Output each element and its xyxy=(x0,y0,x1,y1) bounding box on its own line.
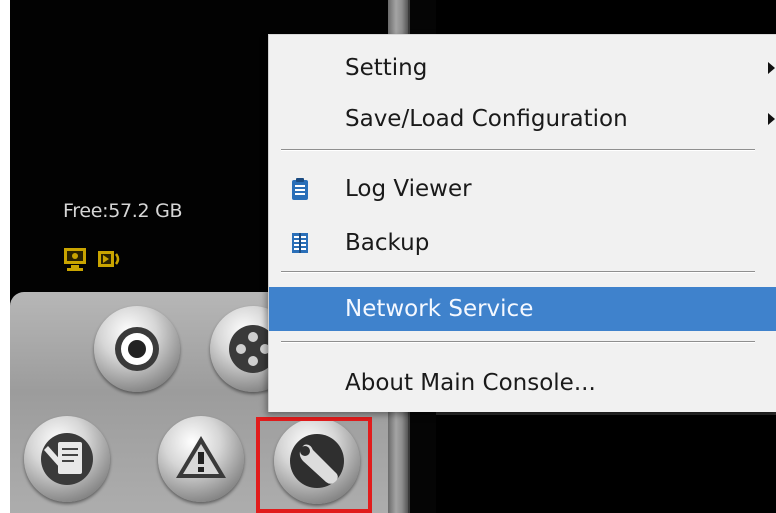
menu-item-label: Backup xyxy=(345,230,430,256)
main-console-screen: Free:57.2 GB Setting Save/Load Configura… xyxy=(0,0,776,513)
playback-icon[interactable] xyxy=(96,246,122,272)
tools-button-highlight xyxy=(256,417,372,513)
submenu-arrow-icon xyxy=(768,113,775,125)
menu-item-label: About Main Console... xyxy=(345,370,596,396)
menu-item-label: Log Viewer xyxy=(345,176,472,202)
clipboard-icon xyxy=(292,178,308,200)
menu-item-network-service[interactable]: Network Service xyxy=(269,287,776,331)
menu-item-log-viewer[interactable]: Log Viewer xyxy=(269,167,776,211)
menu-item-save-load-configuration[interactable]: Save/Load Configuration xyxy=(269,97,776,141)
notes-icon xyxy=(41,433,93,485)
alarm-button[interactable] xyxy=(158,416,244,502)
free-space-label: Free:57.2 GB xyxy=(63,200,183,222)
menu-item-label: Setting xyxy=(345,55,428,81)
menu-item-label: Network Service xyxy=(345,296,534,322)
backup-icon xyxy=(292,233,308,253)
menu-separator xyxy=(281,149,755,151)
record-button[interactable] xyxy=(94,306,180,392)
menu-item-about-main-console[interactable]: About Main Console... xyxy=(269,361,776,405)
menu-item-label: Save/Load Configuration xyxy=(345,106,628,132)
warning-icon xyxy=(176,436,226,478)
record-icon xyxy=(115,327,159,371)
notes-button[interactable] xyxy=(24,416,110,502)
submenu-arrow-icon xyxy=(768,62,775,74)
monitor-icon[interactable] xyxy=(62,246,88,272)
menu-item-setting[interactable]: Setting xyxy=(269,46,776,90)
video-panel-rule xyxy=(436,412,776,415)
context-menu: Setting Save/Load Configuration Log View… xyxy=(268,34,776,412)
menu-item-backup[interactable]: Backup xyxy=(269,221,776,265)
menu-separator xyxy=(281,271,755,273)
menu-separator xyxy=(281,341,755,343)
